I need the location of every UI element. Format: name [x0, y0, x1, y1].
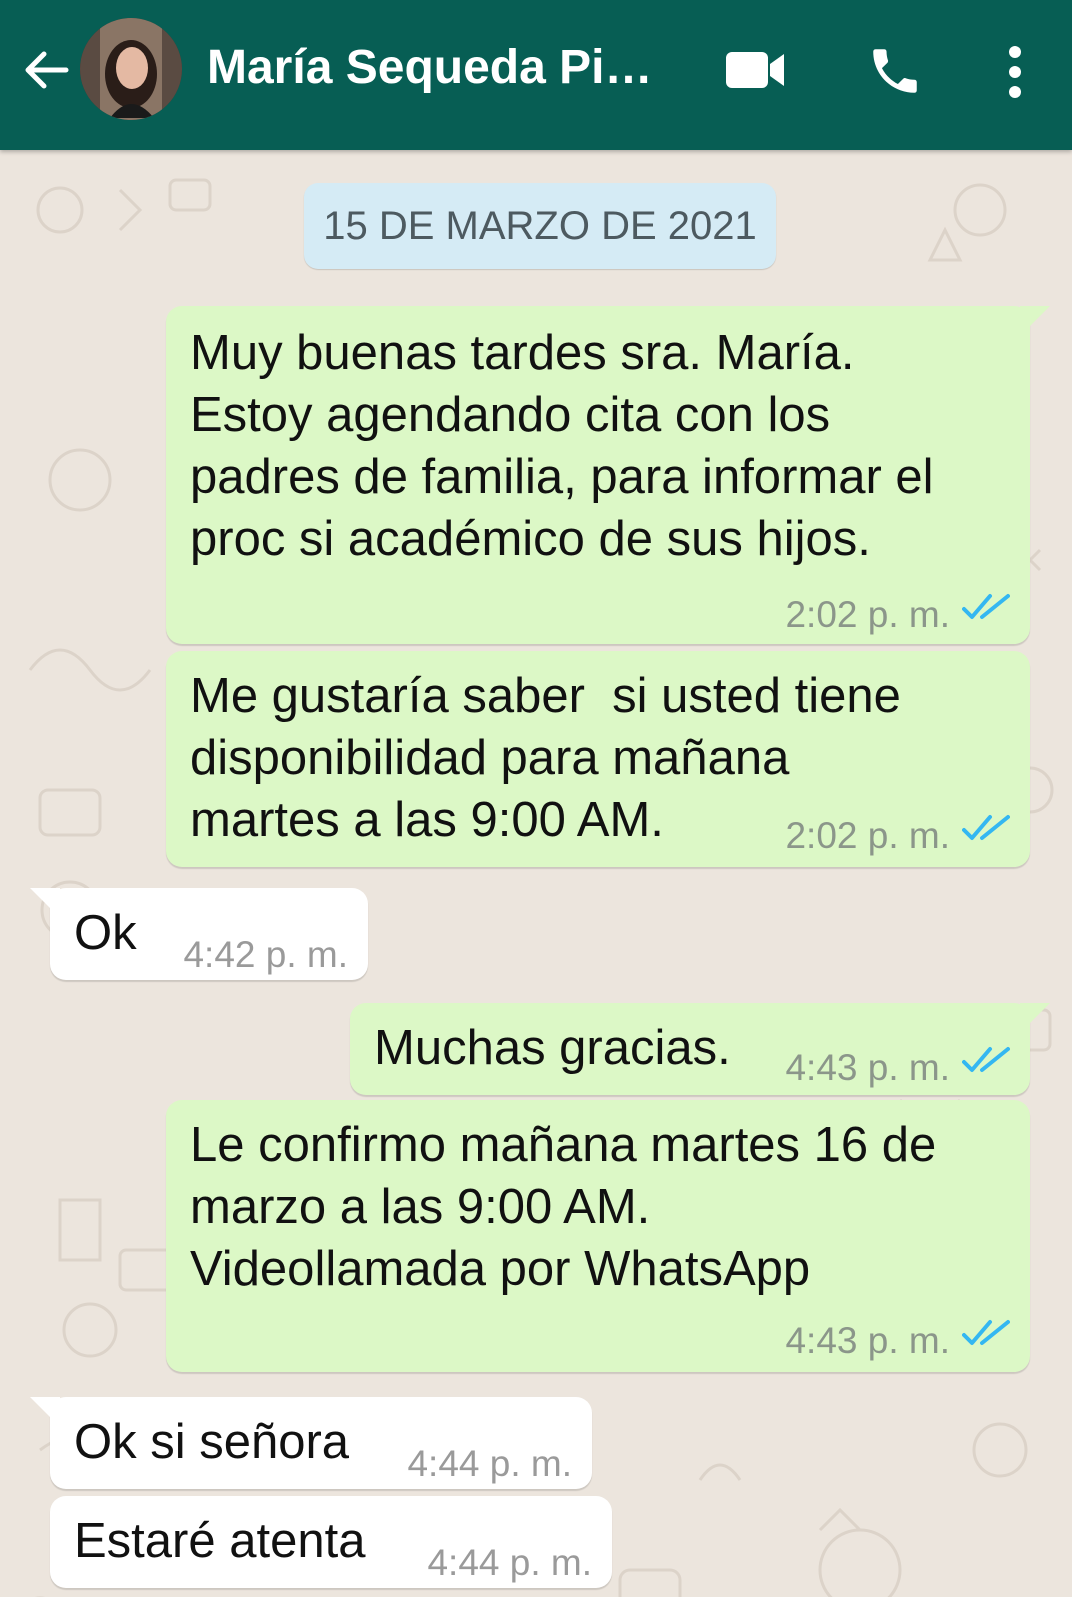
read-double-check-icon	[962, 594, 1010, 619]
bubble-tail	[30, 888, 60, 918]
message-bubble-incoming[interactable]: Estaré atenta 4:44 p. m.	[50, 1496, 612, 1588]
message-text-line: proc si académico de sus hijos.	[190, 512, 871, 566]
message-text-line: Ok	[74, 906, 137, 960]
message-text-line: Estaré atenta	[74, 1514, 366, 1568]
message-time: 2:02 p. m.	[785, 815, 950, 856]
bubble-tail	[30, 1397, 60, 1427]
message-text-line: Me gustaría saber si usted tiene	[190, 669, 901, 723]
message-text-line: disponibilidad para mañana	[190, 731, 790, 785]
message-text-line: Videollamada por WhatsApp	[190, 1242, 811, 1296]
message-time: 4:44 p. m.	[427, 1542, 592, 1583]
message-text-line: marzo a las 9:00 AM.	[190, 1180, 651, 1234]
message-time: 4:42 p. m.	[183, 934, 348, 975]
avatar[interactable]	[80, 18, 182, 120]
message-bubble-outgoing[interactable]: Muchas gracias. 4:43 p. m.	[350, 1003, 1050, 1095]
message-bubble-outgoing[interactable]: Me gustaría saber si usted tiene disponi…	[166, 651, 1030, 867]
read-double-check-icon	[962, 815, 1010, 840]
message-bubble-outgoing[interactable]: Le confirmo mañana martes 16 de marzo a …	[166, 1100, 1030, 1372]
bubble-tail	[1020, 306, 1050, 336]
video-call-icon[interactable]	[724, 50, 788, 90]
message-bubble-incoming[interactable]: Ok 4:42 p. m.	[30, 888, 368, 980]
chat-header: María Sequeda Pi…	[0, 0, 1072, 150]
message-text-line: Muy buenas tardes sra. María.	[190, 326, 855, 380]
phone-icon[interactable]	[866, 42, 924, 100]
read-double-check-icon	[962, 1047, 1010, 1072]
date-divider: 15 DE MARZO DE 2021	[304, 183, 776, 269]
read-double-check-icon	[962, 1320, 1010, 1345]
message-time: 4:44 p. m.	[407, 1443, 572, 1484]
message-text-line: Estoy agendando cita con los	[190, 388, 831, 442]
bubble-tail	[1020, 1003, 1050, 1033]
message-bubble-incoming[interactable]: Ok si señora 4:44 p. m.	[30, 1397, 592, 1489]
message-text-line: Muchas gracias.	[374, 1021, 731, 1075]
message-bubble-outgoing[interactable]: Muy buenas tardes sra. María. Estoy agen…	[166, 306, 1050, 644]
message-text-line: martes a las 9:00 AM.	[190, 793, 664, 847]
contact-name[interactable]: María Sequeda Pi…	[207, 40, 657, 95]
message-time: 4:43 p. m.	[785, 1047, 950, 1088]
message-text-line: Ok si señora	[74, 1415, 350, 1469]
back-arrow-icon[interactable]	[20, 44, 72, 96]
message-time: 2:02 p. m.	[785, 594, 950, 635]
more-options-icon[interactable]	[1003, 44, 1027, 100]
message-text-line: padres de familia, para informar el	[190, 450, 934, 504]
message-time: 4:43 p. m.	[785, 1320, 950, 1361]
message-text-line: Le confirmo mañana martes 16 de	[190, 1118, 937, 1172]
